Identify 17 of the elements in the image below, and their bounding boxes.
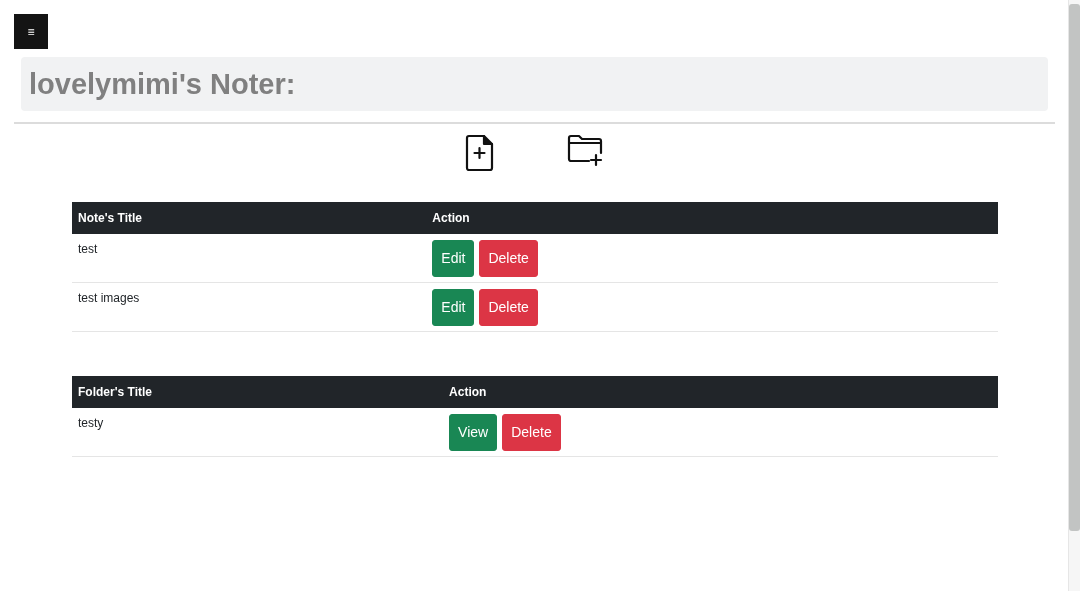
page-title: lovelymimi's Noter: <box>29 67 297 102</box>
action-button[interactable]: Edit <box>432 289 475 326</box>
column-header: Note's Title <box>72 202 427 234</box>
column-header: Action <box>443 376 998 408</box>
delete-button[interactable]: Delete <box>479 240 538 277</box>
column-header: Action <box>426 202 998 234</box>
delete-button[interactable]: Delete <box>502 414 561 451</box>
folder-plus-icon[interactable] <box>566 134 605 168</box>
title-cell: test images <box>72 282 427 332</box>
menu-button[interactable]: ≡ <box>14 14 48 49</box>
delete-button[interactable]: Delete <box>479 289 538 326</box>
action-button[interactable]: View <box>449 414 498 451</box>
column-header: Folder's Title <box>72 376 444 408</box>
title-cell: test <box>72 234 427 283</box>
action-button[interactable]: Edit <box>432 240 475 277</box>
title-cell: testy <box>72 408 444 457</box>
file-plus-icon[interactable] <box>464 134 495 172</box>
